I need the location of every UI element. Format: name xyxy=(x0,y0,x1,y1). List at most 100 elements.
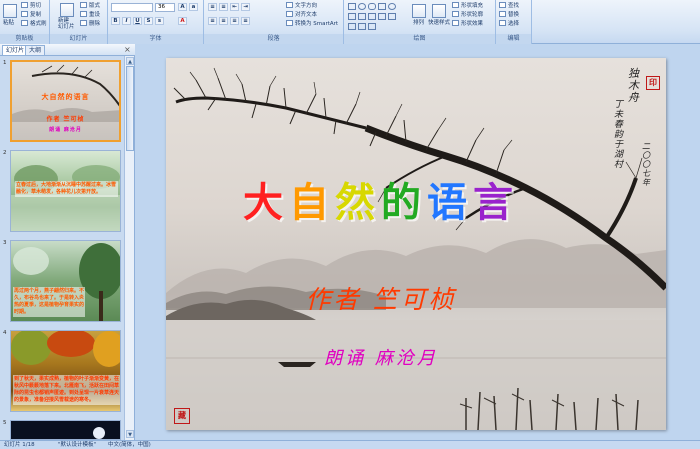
textbox-shape-icon[interactable] xyxy=(378,3,386,10)
strikethrough-icon[interactable]: S xyxy=(144,17,153,25)
triangle-shape-icon[interactable] xyxy=(348,13,356,20)
status-bar: 幻灯片 1/18 "默认设计模板" 中文(简体，中国) xyxy=(0,440,700,449)
title-char: 大 xyxy=(243,179,289,226)
slide-thumbnail-3[interactable]: 再过两个月，燕子翩然归来。不久，布谷鸟也来了。于是转入炎热的夏季，这是植物孕育果… xyxy=(10,240,121,322)
close-pane-icon[interactable]: × xyxy=(124,45,131,55)
clipboard-group-label: 剪贴板 xyxy=(0,34,49,44)
new-slide-icon[interactable] xyxy=(60,3,74,17)
bold-icon[interactable]: B xyxy=(111,17,120,25)
smartart-button[interactable]: 转换为 SmartArt xyxy=(286,20,338,28)
shape-fill-button[interactable]: 形状填充 xyxy=(452,2,483,10)
thumb-text: 到了秋天，果实成熟，植物的叶子渐渐变黄，在秋风中簌簌地落下来。北雁南飞，活跃在田… xyxy=(13,375,120,405)
delete-icon xyxy=(80,20,87,26)
outline-icon xyxy=(452,11,459,17)
scroll-down-icon[interactable]: ▼ xyxy=(126,430,134,438)
bullets-icon[interactable]: ≡ xyxy=(208,3,217,11)
slide-author[interactable]: 作者 竺可桢 xyxy=(166,280,596,316)
slide-thumbnail-4[interactable]: 到了秋天，果实成熟，植物的叶子渐渐变黄，在秋风中簌簌地落下来。北雁南飞，活跃在田… xyxy=(10,330,121,412)
binoculars-icon xyxy=(499,2,506,8)
slide-editing-area: 独木舟 丁未春韵于湖村 二〇〇七年 印 藏 大自然的语言 作者 竺可桢 朗诵 麻… xyxy=(136,44,700,440)
calligraphy-line-1: 独木舟 xyxy=(628,67,639,104)
copy-button[interactable]: 复制 xyxy=(21,11,41,19)
slide-number: 1 xyxy=(3,60,7,66)
scissors-icon xyxy=(21,2,28,8)
paste-button[interactable]: 粘贴 xyxy=(3,20,14,27)
slides-group: 新建 幻灯片 版式 重设 删除 幻灯片 xyxy=(50,0,108,44)
align-text-icon xyxy=(286,11,293,17)
circle-shape-icon[interactable] xyxy=(388,3,396,10)
arrange-icon[interactable] xyxy=(412,4,426,18)
increase-indent-icon[interactable]: ⇥ xyxy=(241,3,250,11)
font-color-icon[interactable]: A xyxy=(178,17,187,25)
title-char: 自 xyxy=(289,179,335,226)
text-direction-icon xyxy=(286,2,293,8)
copy-icon xyxy=(21,11,28,17)
current-slide[interactable]: 独木舟 丁未春韵于湖村 二〇〇七年 印 藏 大自然的语言 作者 竺可桢 朗诵 麻… xyxy=(166,58,666,430)
curve-shape-icon[interactable] xyxy=(358,23,366,30)
reset-icon xyxy=(80,11,87,17)
slide-number: 5 xyxy=(3,420,7,426)
slide-count: 幻灯片 1/18 xyxy=(4,442,35,448)
oval-shape-icon[interactable] xyxy=(358,3,366,10)
slide-thumbnail-1[interactable]: 大自然的语言 作者 竺可桢 朗诵 麻沧月 xyxy=(10,60,121,142)
layout-button[interactable]: 版式 xyxy=(80,2,100,10)
vertical-scrollbar[interactable]: ▲ ▼ xyxy=(124,56,134,440)
callout-shape-icon[interactable] xyxy=(378,13,386,20)
align-text-button[interactable]: 对齐文本 xyxy=(286,11,317,19)
arrow-shape-icon[interactable] xyxy=(358,13,366,20)
theme-name: "默认设计模板" xyxy=(58,442,97,448)
cursor-icon xyxy=(499,20,506,26)
justify-icon[interactable]: ≡ xyxy=(241,17,250,25)
ribbon: 粘贴 剪切 复制 格式刷 剪贴板 新建 幻灯片 版式 重设 删除 幻灯片 36 … xyxy=(0,0,700,44)
cut-button[interactable]: 剪切 xyxy=(21,2,41,10)
shape-effects-button[interactable]: 形状效果 xyxy=(452,20,483,28)
paste-icon[interactable] xyxy=(3,4,17,18)
replace-button[interactable]: 替换 xyxy=(499,11,519,19)
font-name-select[interactable] xyxy=(111,3,153,12)
find-button[interactable]: 查找 xyxy=(499,2,519,10)
quick-styles-button[interactable]: 快速样式 xyxy=(428,20,450,27)
line-shape-icon[interactable] xyxy=(348,23,356,30)
numbering-icon[interactable]: ≡ xyxy=(219,3,228,11)
align-center-icon[interactable]: ≡ xyxy=(219,17,228,25)
slide-thumbnail-2[interactable]: 立春过后，大地渐渐从沉睡中苏醒过来。冰雪融化，草木萌发，各种花儿次第开放。 xyxy=(10,150,121,232)
thumb-text: 立春过后，大地渐渐从沉睡中苏醒过来。冰雪融化，草木萌发，各种花儿次第开放。 xyxy=(15,181,118,197)
shadow-icon[interactable]: s xyxy=(155,17,164,25)
shape-outline-button[interactable]: 形状轮廓 xyxy=(452,11,483,19)
quick-styles-icon[interactable] xyxy=(432,4,446,18)
title-char: 语 xyxy=(427,179,473,226)
paragraph-group: ≡ ≡ ⇤ ⇥ ≡ ≡ ≡ ≡ 文字方向 对齐文本 转换为 SmartArt 段… xyxy=(204,0,344,44)
shrink-font-icon[interactable]: a xyxy=(189,3,198,11)
text-direction-button[interactable]: 文字方向 xyxy=(286,2,317,10)
reset-button[interactable]: 重设 xyxy=(80,11,100,19)
align-left-icon[interactable]: ≡ xyxy=(208,17,217,25)
scroll-thumb[interactable] xyxy=(126,66,134,151)
rectangle-shape-icon[interactable] xyxy=(348,3,356,10)
format-painter-button[interactable]: 格式刷 xyxy=(21,20,47,28)
calligraphy-line-3: 二〇〇七年 xyxy=(642,142,650,187)
seal-stamp-top: 印 xyxy=(646,76,660,90)
font-size-select[interactable]: 36 xyxy=(155,3,175,12)
rounded-rect-shape-icon[interactable] xyxy=(368,3,376,10)
delete-slide-button[interactable]: 删除 xyxy=(80,20,100,28)
align-right-icon[interactable]: ≡ xyxy=(230,17,239,25)
italic-icon[interactable]: I xyxy=(122,17,131,25)
slide-number: 2 xyxy=(3,150,7,156)
slide-thumbnail-5[interactable] xyxy=(10,420,121,440)
decrease-indent-icon[interactable]: ⇤ xyxy=(230,3,239,11)
slide-title[interactable]: 大自然的语言 xyxy=(166,170,596,228)
grow-font-icon[interactable]: A xyxy=(178,3,187,11)
scroll-up-icon[interactable]: ▲ xyxy=(126,57,134,65)
star-shape-icon[interactable] xyxy=(368,13,376,20)
title-char: 的 xyxy=(381,179,427,226)
new-slide-button[interactable]: 新建 幻灯片 xyxy=(58,18,75,30)
slide-reader[interactable]: 朗诵 麻沧月 xyxy=(166,344,596,370)
heart-shape-icon[interactable] xyxy=(368,23,376,30)
drawing-group-label: 绘图 xyxy=(344,34,495,44)
underline-icon[interactable]: U xyxy=(133,17,142,25)
select-button[interactable]: 选择 xyxy=(499,20,519,28)
tab-outline[interactable]: 大纲 xyxy=(25,45,46,55)
replace-icon xyxy=(499,11,506,17)
brace-shape-icon[interactable] xyxy=(388,13,396,20)
arrange-button[interactable]: 排列 xyxy=(413,20,424,27)
